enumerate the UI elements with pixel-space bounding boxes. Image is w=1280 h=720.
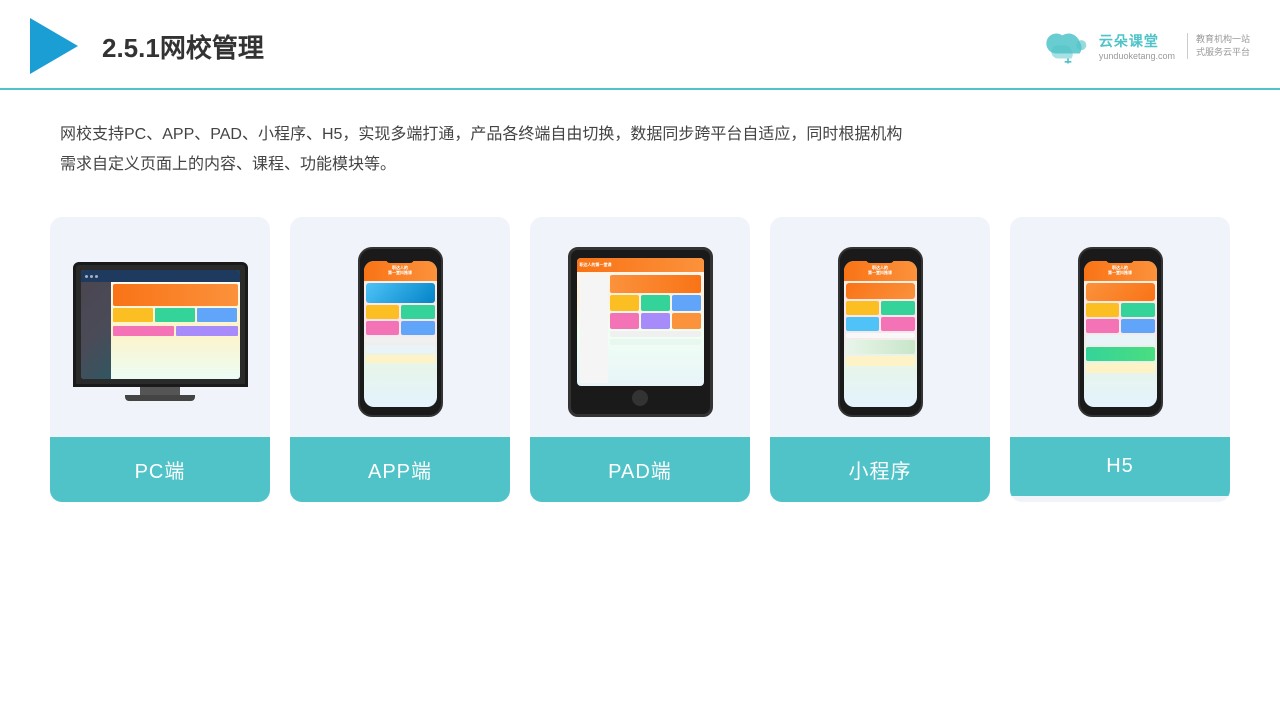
miniprogram-label: 小程序 <box>770 437 990 502</box>
pc-label: PC端 <box>50 437 270 502</box>
app-label: APP端 <box>290 437 510 502</box>
h5-label: H5 <box>1010 437 1230 496</box>
brand-url: yunduoketang.com <box>1099 51 1175 61</box>
header-right: 云朵课堂 yunduoketang.com 教育机构一站式服务云平台 <box>1043 28 1250 64</box>
device-card-pad: 职达人的第一堂课 <box>530 217 750 502</box>
brand-name: 云朵课堂 <box>1099 31 1159 51</box>
h5-image-area: 职达人的第一堂抖推课 <box>1010 217 1230 437</box>
h5-phone-notch <box>1106 257 1134 263</box>
pad-image-area: 职达人的第一堂课 <box>530 217 750 437</box>
header-left: 2.5.1网校管理 <box>30 18 264 74</box>
tablet-home-button <box>632 390 648 406</box>
main-content: 网校支持PC、APP、PAD、小程序、H5，实现多端打通，产品各终端自由切换，数… <box>0 90 1280 522</box>
page-title: 2.5.1网校管理 <box>102 28 264 65</box>
h5-phone-screen: 职达人的第一堂抖推课 <box>1084 261 1157 407</box>
app-image-area: 职达人的第一堂抖推课 <box>290 217 510 437</box>
description-text: 网校支持PC、APP、PAD、小程序、H5，实现多端打通，产品各终端自由切换，数… <box>60 120 1220 181</box>
cloud-logo-icon <box>1043 28 1093 64</box>
logo-icon <box>30 18 78 74</box>
tablet-mockup: 职达人的第一堂课 <box>568 247 713 417</box>
app-phone-mockup: 职达人的第一堂抖推课 <box>358 247 443 417</box>
brand-logo: 云朵课堂 yunduoketang.com <box>1043 28 1175 64</box>
pc-mockup <box>70 262 250 401</box>
miniprogram-phone-mockup: 职达人的第一堂抖推课 <box>838 247 923 417</box>
device-card-miniprogram: 职达人的第一堂抖推课 <box>770 217 990 502</box>
pc-screen-outer <box>73 262 248 387</box>
app-phone-screen: 职达人的第一堂抖推课 <box>364 261 437 407</box>
phone-notch <box>386 257 414 263</box>
miniprogram-image-area: 职达人的第一堂抖推课 <box>770 217 990 437</box>
device-card-app: 职达人的第一堂抖推课 <box>290 217 510 502</box>
header: 2.5.1网校管理 云朵课堂 yunduoketang.com 教育机构一站式服… <box>0 0 1280 90</box>
brand-text: 云朵课堂 yunduoketang.com <box>1099 31 1175 61</box>
pc-image-area <box>50 217 270 437</box>
tablet-screen: 职达人的第一堂课 <box>577 258 704 386</box>
device-cards-container: PC端 职达人的第一堂抖推课 <box>60 217 1220 502</box>
miniprogram-phone-notch <box>866 257 894 263</box>
brand-tagline: 教育机构一站式服务云平台 <box>1187 33 1250 58</box>
miniprogram-phone-screen: 职达人的第一堂抖推课 <box>844 261 917 407</box>
h5-phone-mockup: 职达人的第一堂抖推课 <box>1078 247 1163 417</box>
pc-screen-inner <box>81 270 240 379</box>
device-card-pc: PC端 <box>50 217 270 502</box>
pad-label: PAD端 <box>530 437 750 502</box>
device-card-h5: 职达人的第一堂抖推课 <box>1010 217 1230 502</box>
